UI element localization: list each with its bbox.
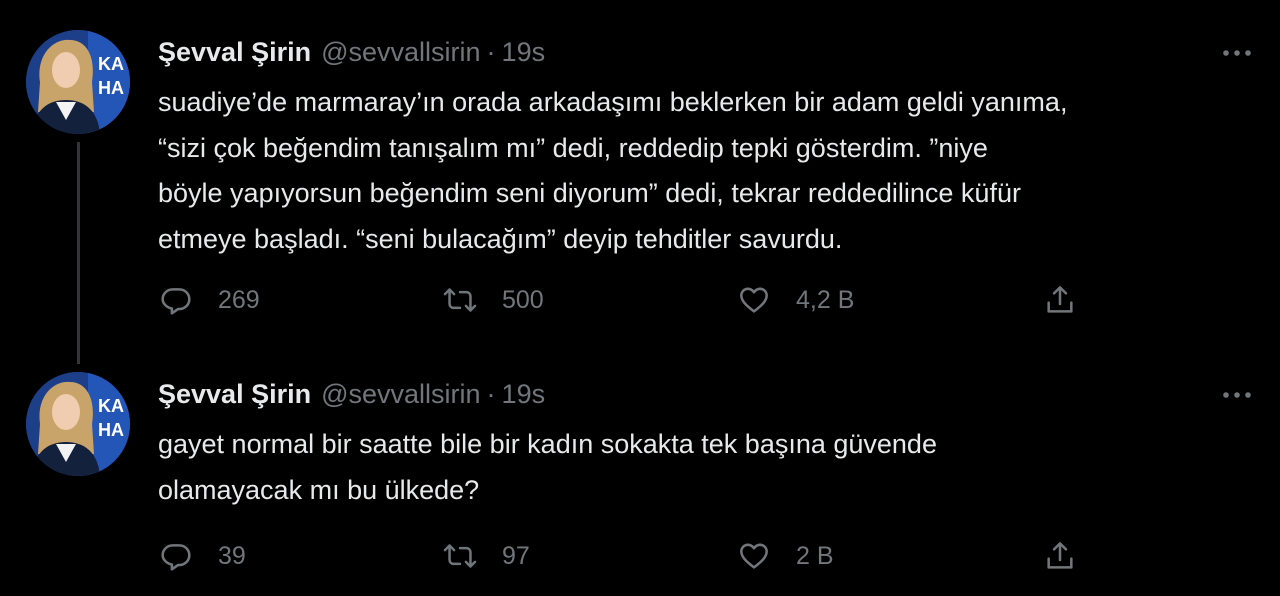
more-button[interactable] [1220,36,1254,70]
separator-dot: · [486,378,496,409]
retweet-count: 500 [502,285,544,314]
more-button[interactable] [1220,378,1254,412]
author-handle[interactable]: @sevvallsirin [321,37,480,68]
tweet-text: gayet normal bir saatte bile bir kadın s… [158,422,1248,513]
heart-icon [736,282,772,318]
share-icon [1042,282,1078,318]
like-count: 4,2 B [796,285,855,314]
tweet-text-line: gayet normal bir saatte bile bir kadın s… [158,429,937,459]
tweet-text-line: “sizi çok beğendim tanışalım mı” dedi, r… [158,132,988,163]
like-button[interactable]: 2 B [736,536,834,576]
tweet[interactable]: KA HA Şevval Şirin @sevvallsirin · 19s s… [0,0,1280,364]
share-button[interactable] [1042,280,1078,320]
reply-count: 39 [218,541,246,570]
avatar[interactable]: KA HA [26,372,130,476]
tweet-header: Şevval Şirin @sevvallsirin · 19s [158,376,545,412]
tweet[interactable]: KA HA Şevval Şirin @sevvallsirin · 19s g… [0,360,1280,596]
share-button[interactable] [1042,536,1078,576]
like-count: 2 B [796,541,834,570]
avatar[interactable]: KA HA [26,30,130,134]
tweet-text-line: etmeye başladı. “seni bulacağım” deyip t… [158,223,843,254]
reply-icon [158,538,194,574]
retweet-count: 97 [502,541,530,570]
retweet-button[interactable]: 97 [442,536,530,576]
author-name[interactable]: Şevval Şirin [158,379,311,410]
more-icon [1223,50,1251,56]
reply-count: 269 [218,285,260,314]
like-button[interactable]: 4,2 B [736,280,854,320]
reply-button[interactable]: 269 [158,280,260,320]
heart-icon [736,538,772,574]
tweet-text-line: suadiye’de marmaray’ın orada arkadaşımı … [158,87,1068,117]
share-icon [1042,538,1078,574]
separator-dot: · [486,36,496,67]
author-handle[interactable]: @sevvallsirin [321,379,480,410]
tweet-text-line: olamayacak mı bu ülkede? [158,474,480,505]
thread-line [77,142,80,364]
avatar-lettering: KA [98,54,124,74]
tweet-header: Şevval Şirin @sevvallsirin · 19s [158,34,545,70]
retweet-icon [442,538,478,574]
tweet-time[interactable]: 19s [502,37,546,68]
tweet-text-line: böyle yapıyorsun beğendim seni diyorum” … [158,178,1021,208]
retweet-icon [442,282,478,318]
retweet-button[interactable]: 500 [442,280,544,320]
avatar-lettering: HA [98,420,124,440]
reply-icon [158,282,194,318]
more-icon [1223,392,1251,398]
tweet-time[interactable]: 19s [502,379,546,410]
reply-button[interactable]: 39 [158,536,246,576]
tweet-actions: 39 97 2 B [158,536,1088,576]
tweet-text: suadiye’de marmaray’ın orada arkadaşımı … [158,80,1248,262]
author-name[interactable]: Şevval Şirin [158,37,311,68]
avatar-lettering: HA [98,78,124,98]
avatar-lettering: KA [98,396,124,416]
tweet-actions: 269 500 4,2 B [158,280,1088,320]
